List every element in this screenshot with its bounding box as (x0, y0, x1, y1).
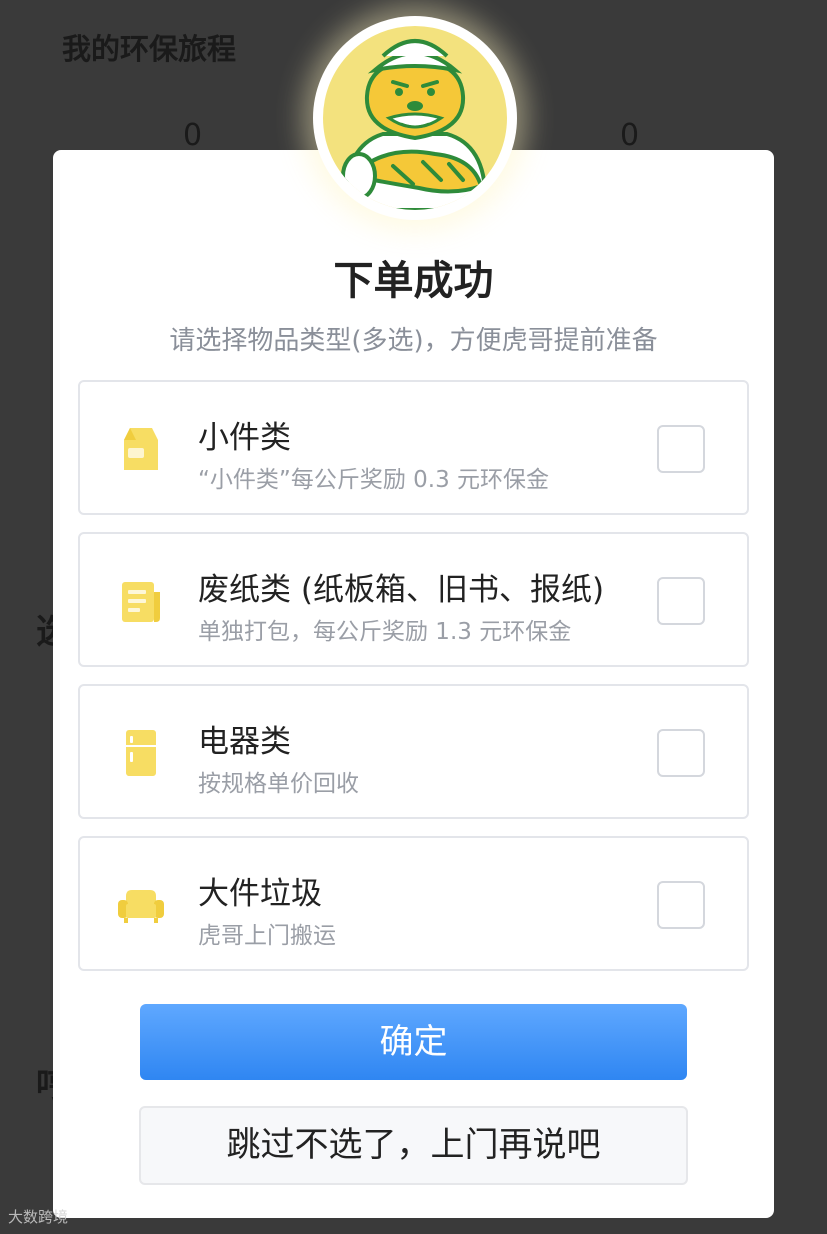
watermark-logo: 大数跨境 (8, 1206, 68, 1227)
option-description: 虎哥上门搬运 (198, 923, 336, 949)
option-small-items[interactable]: 小件类 “小件类”每公斤奖励 0.3 元环保金 (78, 380, 749, 515)
option-description: 按规格单价回收 (198, 771, 359, 797)
watermark-text: 大数跨境 (8, 1208, 69, 1226)
newspaper-icon (122, 582, 160, 622)
confirm-button[interactable]: 确定 (140, 1004, 687, 1080)
journey-stat-left: 0 (183, 118, 203, 153)
option-bulky-items[interactable]: 大件垃圾 虎哥上门搬运 (78, 836, 749, 971)
sofa-icon (118, 890, 164, 923)
option-label: 电器类 (198, 724, 291, 760)
option-description: 单独打包，每公斤奖励 1.3 元环保金 (198, 619, 572, 645)
modal-title: 下单成功 (333, 258, 494, 304)
option-checkbox[interactable] (657, 425, 705, 473)
option-checkbox[interactable] (657, 729, 705, 777)
tiger-mascot-icon (341, 39, 488, 210)
background-cut-text: 哼 (36, 1066, 54, 1106)
modal-subtitle: 请选择物品类型(多选)，方便虎哥提前准备 (169, 326, 658, 356)
tiger-mascot-avatar (313, 16, 517, 220)
option-label: 小件类 (198, 420, 291, 456)
option-label: 废纸类 (纸板箱、旧书、报纸) (198, 572, 605, 608)
option-description: “小件类”每公斤奖励 0.3 元环保金 (198, 467, 550, 493)
option-checkbox[interactable] (657, 577, 705, 625)
option-appliances[interactable]: 电器类 按规格单价回收 (78, 684, 749, 819)
option-waste-paper[interactable]: 废纸类 (纸板箱、旧书、报纸) 单独打包，每公斤奖励 1.3 元环保金 (78, 532, 749, 667)
journey-stat-right: 0 (620, 118, 640, 153)
option-checkbox[interactable] (657, 881, 705, 929)
milk-carton-icon (124, 428, 158, 470)
background-cut-text: 选 (36, 612, 54, 652)
skip-button[interactable]: 跳过不选了，上门再说吧 (139, 1106, 688, 1185)
order-success-modal: 下单成功 请选择物品类型(多选)，方便虎哥提前准备 小件类 “小件类”每公斤奖励… (53, 150, 774, 1218)
option-label: 大件垃圾 (198, 876, 322, 912)
journey-title: 我的环保旅程 (62, 32, 237, 66)
refrigerator-icon (126, 730, 156, 776)
